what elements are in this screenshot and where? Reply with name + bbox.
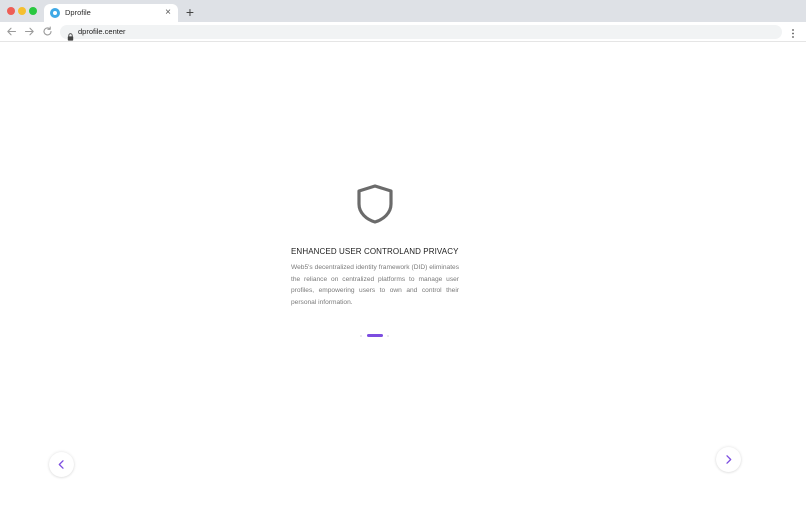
chevron-left-icon: [58, 460, 64, 469]
tab-title: Dprofile: [65, 8, 91, 17]
pagination-dot[interactable]: [360, 335, 362, 337]
tab-close-button[interactable]: ×: [163, 8, 173, 18]
feature-title: ENHANCED USER CONTROLAND PRIVACY: [291, 247, 459, 256]
previous-slide-button[interactable]: [49, 452, 74, 477]
carousel-pagination: [359, 333, 393, 339]
maximize-window-button[interactable]: [29, 7, 37, 15]
new-tab-button[interactable]: +: [184, 5, 196, 19]
kebab-menu-icon[interactable]: [789, 26, 797, 38]
forward-arrow-icon[interactable]: [24, 26, 35, 37]
pagination-dot-active[interactable]: [367, 334, 383, 337]
pagination-dot[interactable]: [387, 335, 389, 337]
browser-titlebar: Dprofile × +: [0, 0, 806, 22]
address-bar[interactable]: dprofile.center: [60, 25, 782, 41]
feature-description: Web5's decentralized identity framework …: [291, 264, 459, 307]
next-slide-button[interactable]: [716, 447, 741, 472]
close-window-button[interactable]: [7, 7, 15, 15]
shield-icon: [356, 183, 394, 225]
browser-tab[interactable]: Dprofile ×: [44, 4, 178, 22]
minimize-window-button[interactable]: [18, 7, 26, 15]
chevron-right-icon: [726, 455, 732, 464]
url-text: dprofile.center: [78, 27, 126, 36]
browser-toolbar: dprofile.center: [0, 22, 806, 42]
back-arrow-icon[interactable]: [6, 26, 17, 37]
reload-icon[interactable]: [42, 26, 53, 37]
dprofile-favicon-icon: [50, 8, 60, 18]
lock-icon: [67, 28, 74, 41]
